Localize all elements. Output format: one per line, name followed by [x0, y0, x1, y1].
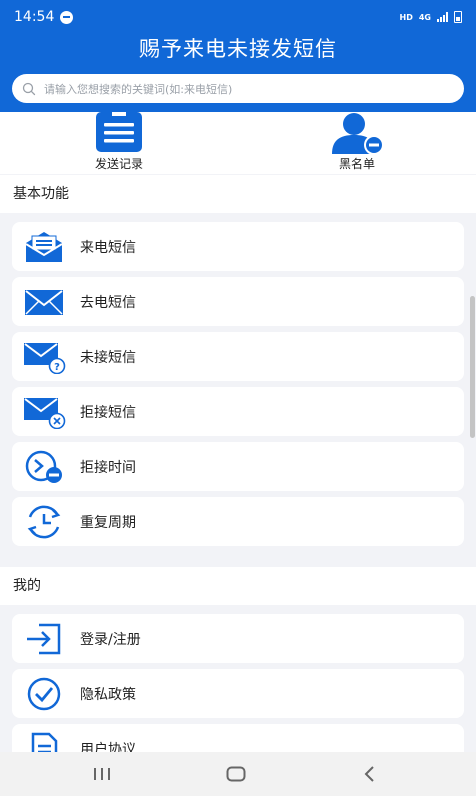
section-title-mine: 我的 — [13, 578, 41, 594]
menu-item-reject-time[interactable]: 拒接时间 — [12, 442, 464, 491]
status-bar: 14:54 HD 4G — [0, 0, 476, 34]
send-records-label: 发送记录 — [94, 157, 143, 171]
menu-item-login[interactable]: 登录/注册 — [12, 614, 464, 663]
send-records-button[interactable]: 发送记录 — [59, 112, 179, 174]
status-icons: HD 4G — [400, 11, 462, 23]
blacklist-label: 黑名单 — [338, 157, 375, 171]
section-title-basic: 基本功能 — [13, 186, 69, 202]
recent-apps-icon[interactable] — [82, 762, 122, 786]
menu-label: 拒接时间 — [80, 459, 136, 476]
menu-item-incoming-sms[interactable]: 来电短信 — [12, 222, 464, 271]
notification-icon — [60, 10, 74, 24]
check-circle-icon — [22, 676, 66, 712]
menu-item-missed-sms[interactable]: ? 未接短信 — [12, 332, 464, 381]
back-icon[interactable] — [350, 762, 390, 786]
system-nav-bar — [0, 752, 476, 796]
envelope-x-icon — [22, 394, 66, 430]
signal-label: 4G — [418, 12, 431, 22]
menu-label: 登录/注册 — [80, 631, 141, 648]
clock-repeat-icon — [22, 504, 66, 540]
section-header-basic: 基本功能 — [0, 175, 476, 213]
user-block-icon — [332, 113, 384, 155]
search-icon — [22, 82, 36, 95]
open-envelope-icon — [22, 229, 66, 265]
blacklist-button[interactable]: 黑名单 — [297, 112, 417, 174]
app-header: 14:54 HD 4G 赐予来电未接发短信 请输入您想搜索的关键词(如:来电短信… — [0, 0, 476, 112]
scrollbar[interactable] — [470, 296, 475, 438]
envelope-question-icon: ? — [22, 339, 66, 375]
clock-minus-icon — [22, 449, 66, 485]
menu-item-repeat-cycle[interactable]: 重复周期 — [12, 497, 464, 546]
quick-actions: 发送记录 黑名单 — [0, 112, 476, 174]
home-icon[interactable] — [216, 762, 256, 786]
search-bar[interactable]: 请输入您想搜索的关键词(如:来电短信) — [12, 74, 464, 103]
menu-item-reject-sms[interactable]: 拒接短信 — [12, 387, 464, 436]
menu-item-outgoing-sms[interactable]: 去电短信 — [12, 277, 464, 326]
svg-text:?: ? — [54, 362, 60, 373]
search-input[interactable]: 请输入您想搜索的关键词(如:来电短信) — [44, 81, 232, 97]
envelope-icon — [22, 284, 66, 320]
page-title: 赐予来电未接发短信 — [139, 37, 337, 61]
menu-label: 来电短信 — [80, 239, 136, 256]
menu-label: 隐私政策 — [80, 686, 136, 703]
menu-label: 重复周期 — [80, 514, 136, 531]
section-header-mine: 我的 — [0, 567, 476, 605]
battery-icon — [454, 11, 462, 23]
login-icon — [22, 621, 66, 657]
signal-icon — [437, 12, 448, 22]
menu-label: 去电短信 — [80, 294, 136, 311]
network-label: HD — [399, 12, 413, 22]
menu-label: 拒接短信 — [80, 404, 136, 421]
status-time: 14:54 — [14, 9, 55, 25]
document-list-icon — [96, 112, 142, 152]
menu-label: 未接短信 — [80, 349, 136, 366]
menu-item-privacy-policy[interactable]: 隐私政策 — [12, 669, 464, 718]
